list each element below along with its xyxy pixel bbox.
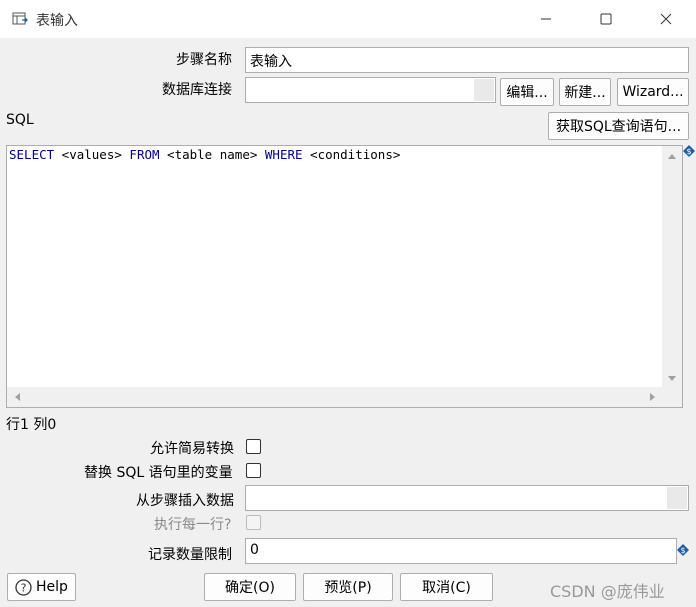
sql-token-4: WHERE	[264, 147, 303, 162]
sql-text[interactable]: SELECT <values> FROM <table name> WHERE …	[9, 147, 400, 162]
minimize-button[interactable]	[516, 0, 576, 38]
maximize-button[interactable]	[576, 0, 636, 38]
get-sql-button[interactable]: 获取SQL查询语句...	[548, 112, 689, 140]
help-button-label: Help	[36, 579, 68, 595]
svg-text:$: $	[686, 147, 691, 156]
close-icon	[660, 13, 672, 25]
limit-input[interactable]: 0	[245, 538, 677, 564]
close-button[interactable]	[636, 0, 696, 38]
wizard-button[interactable]: Wizard...	[617, 78, 689, 106]
dropdown-arrow-icon[interactable]	[667, 487, 687, 509]
sql-token-1: <values>	[54, 147, 130, 162]
help-icon: ?	[15, 578, 32, 596]
window-title: 表输入	[36, 13, 78, 29]
execute-each-row-label: 执行每一行?	[154, 517, 232, 533]
maximize-icon	[600, 13, 612, 25]
vertical-scrollbar[interactable]	[662, 146, 682, 389]
svg-text:?: ?	[21, 581, 27, 594]
cursor-position: 行1 列0	[6, 417, 57, 433]
cancel-button[interactable]: 取消(C)	[400, 573, 493, 601]
svg-text:$: $	[680, 546, 685, 555]
watermark: CSDN @庞伟业	[550, 582, 665, 601]
scroll-left-icon[interactable]	[13, 392, 21, 402]
table-input-dialog: 表输入 步骤名称 表输入 数据库连接 编辑... 新建... Wizard...…	[0, 0, 696, 607]
replace-variables-checkbox[interactable]	[246, 463, 261, 478]
dropdown-arrow-icon[interactable]	[474, 79, 494, 101]
insert-from-step-label: 从步骤插入数据	[136, 493, 234, 509]
new-connection-button[interactable]: 新建...	[559, 78, 611, 106]
sql-editor[interactable]: SELECT <values> FROM <table name> WHERE …	[6, 145, 683, 408]
replace-variables-label: 替换 SQL 语句里的变量	[84, 465, 233, 481]
ok-button[interactable]: 确定(O)	[204, 573, 296, 601]
minimize-icon	[541, 18, 551, 20]
help-button[interactable]: ? Help	[7, 573, 76, 601]
variable-icon: $	[677, 544, 689, 556]
sql-token-2: FROM	[129, 147, 160, 162]
insert-from-step-select[interactable]	[245, 485, 689, 511]
scroll-down-icon[interactable]	[667, 375, 677, 383]
scroll-up-icon[interactable]	[667, 152, 677, 160]
preview-button[interactable]: 预览(P)	[303, 573, 393, 601]
variable-icon: $	[683, 145, 695, 157]
title-bar[interactable]: 表输入	[0, 0, 696, 38]
sql-token-0: SELECT	[9, 147, 55, 162]
sql-token-3: <table name>	[159, 147, 265, 162]
lazy-conversion-checkbox[interactable]	[246, 439, 261, 454]
sql-label: SQL	[6, 112, 34, 128]
scroll-corner	[662, 387, 682, 407]
scroll-right-icon[interactable]	[649, 392, 657, 402]
execute-each-row-checkbox[interactable]	[246, 515, 261, 530]
horizontal-scrollbar[interactable]	[7, 387, 663, 407]
step-name-input[interactable]: 表输入	[245, 47, 689, 73]
step-name-label: 步骤名称	[176, 52, 232, 68]
edit-connection-button[interactable]: 编辑...	[500, 78, 554, 106]
table-input-icon	[12, 12, 28, 25]
sql-token-5: <conditions>	[302, 147, 401, 162]
db-connection-label: 数据库连接	[162, 82, 232, 98]
db-connection-select[interactable]	[245, 77, 496, 103]
lazy-conversion-label: 允许简易转换	[150, 441, 234, 457]
limit-label: 记录数量限制	[148, 547, 232, 563]
